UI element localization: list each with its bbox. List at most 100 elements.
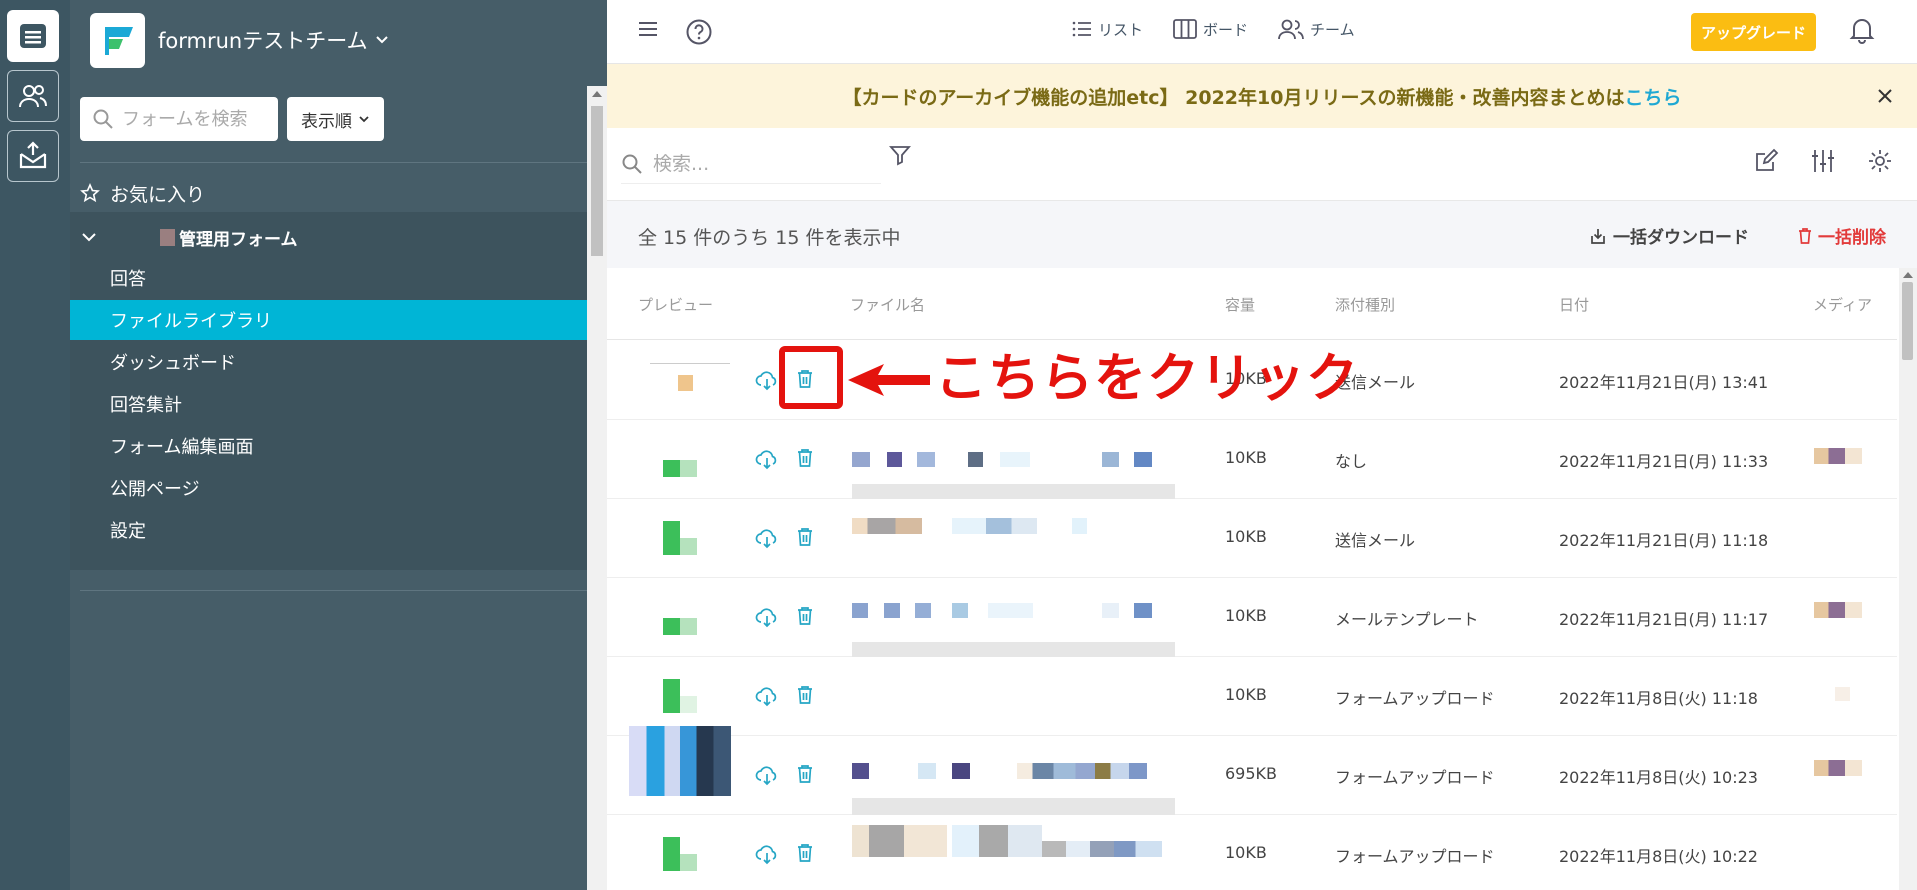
scrollbar-thumb[interactable] <box>591 106 603 256</box>
tab-board[interactable]: ボード <box>1173 18 1248 40</box>
close-icon[interactable] <box>1875 86 1895 106</box>
icon-rail <box>0 0 70 890</box>
cloud-download-icon[interactable] <box>755 448 779 470</box>
hamburger-icon[interactable] <box>637 18 659 40</box>
bulk-download-button[interactable]: 一括ダウンロード <box>1589 223 1749 248</box>
scroll-up-icon[interactable] <box>1903 272 1913 278</box>
file-preview[interactable] <box>642 837 722 873</box>
bulk-delete-button[interactable]: 一括削除 <box>1797 223 1886 248</box>
header-preview[interactable]: プレビュー <box>638 294 713 315</box>
form-tree-item[interactable]: 管理用フォーム <box>80 222 298 252</box>
divider <box>80 162 597 163</box>
file-date: 2022年11月21日(月) 13:41 <box>1559 373 1769 392</box>
star-icon <box>80 183 100 203</box>
cloud-download-icon[interactable] <box>755 764 779 786</box>
trash-icon[interactable] <box>796 448 814 468</box>
file-preview[interactable] <box>642 363 730 399</box>
tab-list[interactable]: リスト <box>1072 18 1143 40</box>
banner-text: 【カードのアーカイブ機能の追加etc】 2022年10月リリースの新機能・改善内… <box>842 86 1625 109</box>
sidebar-item-public-page[interactable]: 公開ページ <box>70 468 587 508</box>
form-search-input[interactable] <box>122 108 262 130</box>
bell-icon[interactable] <box>1849 16 1875 44</box>
scroll-up-icon[interactable] <box>592 91 602 97</box>
header-filename[interactable]: ファイル名 <box>850 294 925 315</box>
chevron-down-icon <box>359 116 369 123</box>
inbox-icon[interactable] <box>7 130 59 182</box>
tab-team[interactable]: チーム <box>1278 18 1355 40</box>
sidebar-item-file-library[interactable]: ファイルライブラリ <box>70 300 587 340</box>
tab-label: チーム <box>1310 20 1355 39</box>
adjust-columns-icon[interactable] <box>1810 148 1836 174</box>
file-name-redacted <box>852 736 1175 815</box>
banner-link[interactable]: こちら <box>1625 83 1682 110</box>
sidebar-item-dashboard[interactable]: ダッシュボード <box>70 342 587 382</box>
file-name-redacted <box>852 499 1175 578</box>
trash-icon[interactable] <box>796 843 814 863</box>
favorites[interactable]: お気に入り <box>80 178 205 208</box>
file-date: 2022年11月8日(火) 11:18 <box>1559 689 1758 708</box>
sidebar-item-label: 設定 <box>110 521 146 542</box>
sidebar-item-responses[interactable]: 回答 <box>70 258 587 298</box>
tab-label: リスト <box>1098 20 1144 39</box>
cloud-download-icon[interactable] <box>755 527 779 549</box>
file-date: 2022年11月21日(月) 11:33 <box>1559 452 1769 471</box>
edit-icon[interactable] <box>1753 148 1779 174</box>
chevron-down-icon[interactable] <box>80 228 98 246</box>
cloud-download-icon[interactable] <box>755 685 779 707</box>
file-preview[interactable] <box>642 442 722 478</box>
file-date: 2022年11月21日(月) 11:18 <box>1559 531 1769 550</box>
file-preview[interactable] <box>629 726 731 796</box>
file-size: 10KB <box>1225 448 1267 467</box>
result-count: 全 15 件のうち 15 件を表示中 <box>638 227 901 249</box>
form-search-box <box>80 97 278 141</box>
table-row[interactable]: 10KB 送信メール 2022年11月21日(月) 11:18 <box>607 499 1897 578</box>
media-thumbnail <box>1814 448 1862 464</box>
table-row[interactable]: 695KB フォームアップロード 2022年11月8日(火) 10:23 <box>607 726 1897 815</box>
file-size: 10KB <box>1225 843 1267 862</box>
file-search-input[interactable] <box>653 152 853 175</box>
table-row[interactable]: 10KB メールテンプレート 2022年11月21日(月) 11:17 <box>607 578 1897 657</box>
sidebar-item-settings[interactable]: 設定 <box>70 510 587 550</box>
sidebar-item-aggregation[interactable]: 回答集計 <box>70 384 587 424</box>
attach-type: フォームアップロード <box>1335 768 1495 787</box>
sidebar-item-label: フォーム編集画面 <box>110 437 254 458</box>
header-media[interactable]: メディア <box>1813 294 1872 315</box>
trash-icon[interactable] <box>796 764 814 784</box>
trash-icon[interactable] <box>796 606 814 626</box>
table-row[interactable]: 10KB フォームアップロード 2022年11月8日(火) 10:22 <box>607 815 1897 890</box>
header-attach-type[interactable]: 添付種別 <box>1335 294 1395 315</box>
file-size: 10KB <box>1225 685 1267 704</box>
scrollbar-thumb[interactable] <box>1902 282 1913 360</box>
table-row[interactable]: 10KB フォームアップロード 2022年11月8日(火) 11:18 <box>607 657 1897 736</box>
sidebar-item-label: ダッシュボード <box>110 353 236 374</box>
view-switcher: リスト ボード チーム <box>1072 18 1355 40</box>
trash-icon[interactable] <box>796 685 814 705</box>
form-list-icon[interactable] <box>7 10 59 62</box>
filter-icon[interactable] <box>889 144 911 166</box>
file-preview[interactable] <box>642 679 722 715</box>
file-preview[interactable] <box>642 600 722 636</box>
sidebar: formrunテストチーム 表示順 お気に入り 管理用フォーム 回答 ファイルラ… <box>70 0 607 890</box>
header-size[interactable]: 容量 <box>1225 294 1255 315</box>
file-preview[interactable] <box>642 521 722 557</box>
cloud-download-icon[interactable] <box>755 606 779 628</box>
upgrade-button[interactable]: アップグレード <box>1691 13 1816 51</box>
favorites-label: お気に入り <box>110 183 206 206</box>
gear-icon[interactable] <box>1867 148 1893 174</box>
team-icon[interactable] <box>7 70 59 122</box>
table-scrollbar[interactable] <box>1899 268 1917 890</box>
media-thumbnail <box>1814 760 1862 776</box>
trash-icon[interactable] <box>796 527 814 547</box>
team-switcher[interactable]: formrunテストチーム <box>90 10 390 70</box>
help-icon[interactable] <box>685 18 713 46</box>
file-size: 10KB <box>1225 527 1267 546</box>
cloud-download-icon[interactable] <box>755 369 779 391</box>
sidebar-item-form-editor[interactable]: フォーム編集画面 <box>70 426 587 466</box>
header-date[interactable]: 日付 <box>1559 294 1589 315</box>
sort-select[interactable]: 表示順 <box>287 97 384 141</box>
app-window: formrunテストチーム 表示順 お気に入り 管理用フォーム 回答 ファイルラ… <box>0 0 1917 890</box>
cloud-download-icon[interactable] <box>755 843 779 865</box>
file-size: 695KB <box>1225 764 1278 783</box>
table-row[interactable]: 10KB なし 2022年11月21日(月) 11:33 <box>607 420 1897 499</box>
sidebar-scrollbar[interactable] <box>587 86 607 890</box>
